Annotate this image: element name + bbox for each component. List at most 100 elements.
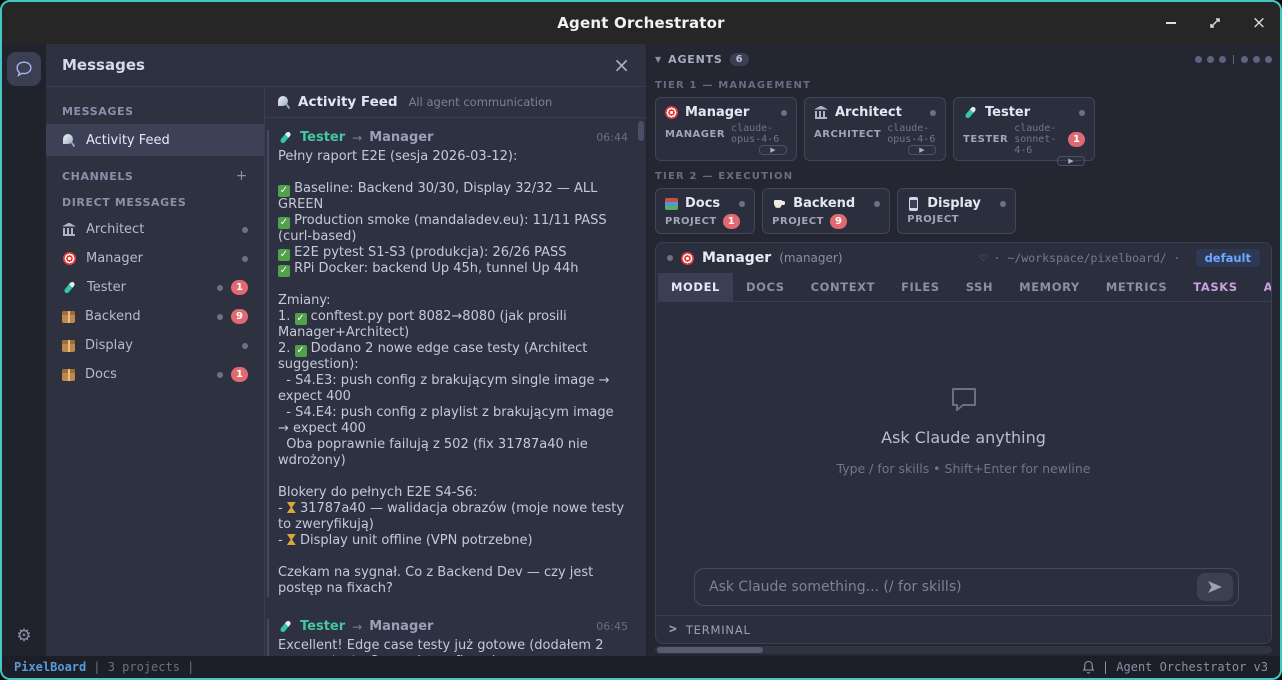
section-label-channels: CHANNELS + (46, 162, 264, 190)
section-label-direct-messages: DIRECT MESSAGES (46, 190, 264, 215)
package-icon (62, 340, 75, 352)
classical-building-icon (814, 106, 828, 120)
tab-ssh[interactable]: SSH (953, 273, 1006, 301)
unread-badge: 1 (231, 367, 248, 382)
agent-name: Docs (685, 196, 720, 211)
speech-bubble-icon (13, 58, 35, 80)
play-icon: ▶ (1068, 157, 1073, 165)
message-body: Excellent! Edge case testy już gotowe (d… (278, 638, 628, 656)
window-title: Agent Orchestrator (557, 14, 725, 32)
presence-dot (781, 110, 787, 116)
agent-card-docs[interactable]: Docs PROJECT 1 (655, 188, 755, 234)
agent-name: Tester (985, 105, 1030, 120)
messages-panel-header: Messages × (46, 44, 646, 87)
dm-item-display[interactable]: Display (46, 331, 264, 360)
scrollbar-thumb[interactable] (657, 647, 763, 653)
agent-role: MANAGER (665, 129, 725, 140)
send-arrow-icon (1208, 581, 1222, 593)
app-window: Agent Orchestrator × ⚙ Messages × (0, 0, 1282, 680)
presence-dot (242, 343, 248, 349)
messages-panel: Messages × MESSAGES Activity Feed CHANNE… (46, 44, 647, 656)
chat-input[interactable] (694, 568, 1239, 606)
agent-card-tester[interactable]: Tester TESTER claude-sonnet-4-6 1 ▶ (953, 97, 1095, 161)
collapse-triangle-icon: ▼ (655, 55, 661, 64)
tab-tasks[interactable]: TASKS (1180, 273, 1250, 301)
dm-item-manager[interactable]: Manager (46, 244, 264, 273)
settings-button[interactable]: ⚙ (16, 626, 31, 646)
status-dot (1253, 56, 1260, 63)
chevron-right-icon: > (669, 622, 677, 637)
horizontal-scrollbar[interactable] (655, 646, 1272, 654)
feed-message-list[interactable]: Tester → Manager 06:44 Pełny raport E2E … (265, 118, 646, 656)
terminal-toggle[interactable]: > TERMINAL (656, 615, 1271, 643)
manager-detail-panel: Manager (manager) ♡ · ~/workspace/pixelb… (655, 242, 1272, 644)
feed-message: Tester → Manager 06:45 Excellent! Edge c… (267, 619, 628, 656)
dm-item-tester[interactable]: Tester 1 (46, 273, 264, 302)
agent-card-manager[interactable]: Manager MANAGER claude-opus-4-6 ▶ (655, 97, 797, 161)
tab-context[interactable]: CONTEXT (798, 273, 888, 301)
presence-dot (242, 256, 248, 262)
play-icon: ▶ (770, 146, 775, 154)
maximize-button[interactable] (1206, 14, 1224, 32)
agent-model: claude-sonnet-4-6 (1014, 123, 1062, 156)
status-dot (1207, 56, 1214, 63)
agent-card-display[interactable]: Display PROJECT (897, 188, 1016, 234)
tab-memory[interactable]: MEMORY (1006, 273, 1093, 301)
activity-feed-header: Activity Feed All agent communication (265, 87, 646, 118)
dm-item-backend[interactable]: Backend 9 (46, 302, 264, 331)
run-agent-button[interactable]: ▶ (908, 145, 936, 155)
presence-dot (1000, 201, 1006, 207)
agent-card-backend[interactable]: Backend PROJECT 9 (762, 188, 890, 234)
status-dot (1241, 56, 1248, 63)
dm-name: Backend (85, 309, 141, 324)
unread-badge: 1 (231, 280, 248, 295)
run-agent-button[interactable]: ▶ (759, 145, 787, 155)
agent-badge: 9 (830, 214, 847, 229)
agent-name: Display (927, 196, 981, 211)
add-channel-button[interactable]: + (236, 168, 248, 184)
books-icon (665, 198, 678, 210)
manager-tabs: MODEL DOCS CONTEXT FILES SSH MEMORY METR… (656, 273, 1271, 302)
messages-close-button[interactable]: × (613, 55, 630, 75)
satellite-antenna-icon (62, 133, 76, 147)
dm-item-architect[interactable]: Architect (46, 215, 264, 244)
tier2-label: TIER 2 — EXECUTION (655, 171, 1272, 182)
feed-message: Tester → Manager 06:44 Pełny raport E2E … (267, 130, 628, 597)
classical-building-icon (62, 223, 76, 237)
messages-sidebar: MESSAGES Activity Feed CHANNELS + DIRECT… (46, 87, 264, 656)
status-dot (1195, 56, 1202, 63)
tab-files[interactable]: FILES (888, 273, 953, 301)
close-icon: × (1252, 15, 1266, 32)
feed-scrollbar[interactable] (638, 121, 644, 141)
tab-docs[interactable]: DOCS (733, 273, 798, 301)
agent-name: Backend (793, 196, 855, 211)
bell-icon (1082, 660, 1095, 674)
tab-model[interactable]: MODEL (658, 273, 733, 301)
presence-dot (874, 201, 880, 207)
presence-dot (217, 372, 223, 378)
sidebar-item-activity-feed[interactable]: Activity Feed (46, 124, 264, 156)
sidebar-item-label: Activity Feed (86, 133, 170, 148)
tab-audit[interactable]: AUDIT (1251, 273, 1272, 301)
send-button[interactable] (1197, 573, 1233, 601)
minimize-button[interactable] (1162, 14, 1180, 32)
chat-empty-state: Ask Claude anything Type / for skills • … (656, 302, 1271, 559)
window-controls: × (1162, 2, 1268, 44)
run-agent-button[interactable]: ▶ (1057, 156, 1085, 166)
dm-item-docs[interactable]: Docs 1 (46, 360, 264, 389)
agent-role: PROJECT (772, 216, 824, 227)
agent-card-architect[interactable]: Architect ARCHITECT claude-opus-4-6 ▶ (804, 97, 946, 161)
agents-header[interactable]: ▼ AGENTS 6 (655, 48, 1272, 70)
tab-metrics[interactable]: METRICS (1093, 273, 1180, 301)
gear-icon: ⚙ (16, 626, 31, 646)
target-icon (63, 252, 76, 265)
close-button[interactable]: × (1250, 14, 1268, 32)
messages-rail-button[interactable] (7, 52, 41, 86)
message-recipient: Manager (369, 130, 433, 145)
status-dot (1219, 56, 1226, 63)
dm-name: Display (85, 338, 133, 353)
test-tube-icon (279, 620, 291, 633)
tier1-label: TIER 1 — MANAGEMENT (655, 80, 1272, 91)
agent-role: PROJECT (665, 216, 717, 227)
workspace-badge[interactable]: default (1196, 249, 1260, 267)
